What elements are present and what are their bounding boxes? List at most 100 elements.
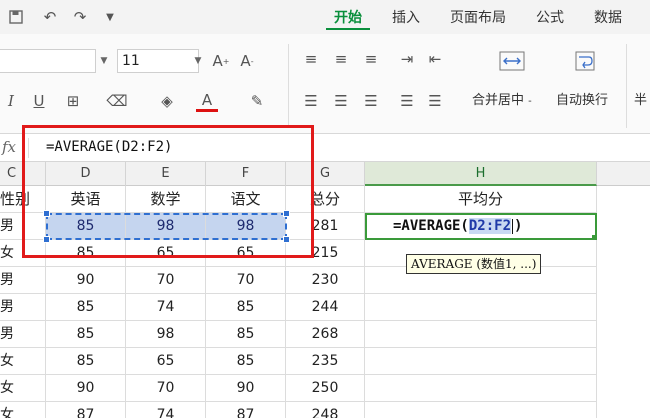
formula-bar: fx =AVERAGE(D2:F2) xyxy=(0,134,650,162)
chevron-down-icon[interactable]: ▼ xyxy=(190,49,206,73)
table-cell[interactable]: 65 xyxy=(126,348,206,375)
align-middle-icon[interactable]: ≡ xyxy=(330,48,352,70)
table-cell[interactable] xyxy=(365,348,597,375)
table-cell[interactable]: 90 xyxy=(46,267,126,294)
outdent-icon[interactable]: ⇤ xyxy=(424,48,446,70)
column-header-g[interactable]: G xyxy=(286,162,365,186)
table-cell[interactable]: 98 xyxy=(126,213,206,240)
table-cell[interactable]: 215 xyxy=(286,240,365,267)
table-cell[interactable]: 281 xyxy=(286,213,365,240)
table-cell[interactable]: 70 xyxy=(126,267,206,294)
table-cell[interactable]: 男 xyxy=(0,213,46,240)
table-cell[interactable]: 235 xyxy=(286,348,365,375)
table-cell[interactable]: 85 xyxy=(206,321,286,348)
underline-icon[interactable]: U xyxy=(28,90,50,112)
tab-home[interactable]: 开始 xyxy=(326,6,370,30)
table-cell[interactable]: 70 xyxy=(206,267,286,294)
table-cell[interactable]: 女 xyxy=(0,375,46,402)
table-cell[interactable] xyxy=(365,375,597,402)
table-cell[interactable]: 250 xyxy=(286,375,365,402)
number-format-label[interactable]: 半 xyxy=(634,89,647,108)
tab-data[interactable]: 数据 xyxy=(586,6,630,30)
fill-handle[interactable] xyxy=(592,235,597,240)
column-header-f[interactable]: F xyxy=(206,162,286,186)
merge-center-icon[interactable] xyxy=(496,50,528,72)
table-cell[interactable]: 230 xyxy=(286,267,365,294)
font-size-field[interactable]: 11 xyxy=(117,49,199,73)
chevron-down-icon[interactable]: ▼ xyxy=(96,49,112,73)
increase-font-size-icon[interactable]: A + xyxy=(210,50,232,72)
table-cell[interactable]: 70 xyxy=(126,375,206,402)
font-name-field[interactable] xyxy=(0,49,96,73)
header-cell[interactable]: 平均分 xyxy=(365,186,597,213)
align-bottom-icon[interactable]: ≡ xyxy=(360,48,382,70)
function-icon[interactable]: fx xyxy=(2,138,16,156)
tab-insert[interactable]: 插入 xyxy=(384,6,428,30)
column-header-h[interactable]: H xyxy=(365,162,597,186)
table-cell[interactable] xyxy=(365,294,597,321)
customize-icon[interactable]: ▼ xyxy=(100,6,120,28)
table-cell[interactable]: 女 xyxy=(0,348,46,375)
table-cell[interactable]: 87 xyxy=(46,402,126,418)
table-cell[interactable]: 248 xyxy=(286,402,365,418)
column-header-d[interactable]: D xyxy=(46,162,126,186)
header-cell[interactable]: 语文 xyxy=(206,186,286,213)
table-cell[interactable]: 85 xyxy=(46,240,126,267)
table-cell[interactable]: 男 xyxy=(0,267,46,294)
table-cell[interactable]: 85 xyxy=(46,294,126,321)
table-cell[interactable]: 90 xyxy=(206,375,286,402)
justify-icon[interactable]: ☰ xyxy=(396,90,418,112)
borders-icon[interactable]: ⊞ xyxy=(62,90,84,112)
save-icon[interactable] xyxy=(6,6,26,28)
undo-icon[interactable]: ↶ xyxy=(40,6,60,28)
distributed-icon[interactable]: ☰ xyxy=(424,90,446,112)
table-cell[interactable]: 85 xyxy=(206,294,286,321)
table-cell[interactable]: 74 xyxy=(126,294,206,321)
indent-icon[interactable]: ⇥ xyxy=(396,48,418,70)
table-cell[interactable]: 98 xyxy=(206,213,286,240)
align-right-icon[interactable]: ☰ xyxy=(360,90,382,112)
formula-input[interactable]: =AVERAGE(D2:F2) xyxy=(46,139,172,155)
table-cell[interactable]: 65 xyxy=(206,240,286,267)
italic-icon[interactable]: I xyxy=(0,90,22,112)
table-cell[interactable]: 87 xyxy=(206,402,286,418)
format-painter-icon[interactable]: ✎ xyxy=(246,90,268,112)
column-header-c[interactable]: C xyxy=(0,162,46,186)
tab-formulas[interactable]: 公式 xyxy=(528,6,572,30)
align-center-icon[interactable]: ☰ xyxy=(330,90,352,112)
table-cell[interactable]: 90 xyxy=(46,375,126,402)
table-cell[interactable]: 98 xyxy=(126,321,206,348)
fill-color-icon[interactable]: ◈ xyxy=(156,90,178,112)
header-cell[interactable]: 数学 xyxy=(126,186,206,213)
table-cell[interactable]: 85 xyxy=(46,321,126,348)
table-cell[interactable]: 女 xyxy=(0,240,46,267)
header-cell[interactable]: 性别 xyxy=(0,186,46,213)
table-cell[interactable]: 女 xyxy=(0,402,46,418)
tab-page-layout[interactable]: 页面布局 xyxy=(442,6,514,30)
align-left-icon[interactable]: ☰ xyxy=(300,90,322,112)
column-header-e[interactable]: E xyxy=(126,162,206,186)
table-cell[interactable]: 男 xyxy=(0,294,46,321)
font-color-icon[interactable]: A xyxy=(196,90,218,112)
table-cell[interactable]: 74 xyxy=(126,402,206,418)
wrap-text-button[interactable]: 自动换行 xyxy=(556,89,608,108)
formula-range-ref: D2:F2 xyxy=(468,218,512,234)
merge-center-button[interactable]: 合并居中 - xyxy=(472,89,532,108)
table-cell[interactable] xyxy=(365,321,597,348)
table-cell[interactable]: 85 xyxy=(46,213,126,240)
table-cell[interactable]: 男 xyxy=(0,321,46,348)
align-top-icon[interactable]: ≡ xyxy=(300,48,322,70)
decrease-font-size-icon[interactable]: A- xyxy=(236,50,258,72)
header-cell[interactable]: 总分 xyxy=(286,186,365,213)
table-cell[interactable]: 65 xyxy=(126,240,206,267)
table-cell[interactable]: 85 xyxy=(46,348,126,375)
header-cell[interactable]: 英语 xyxy=(46,186,126,213)
redo-icon[interactable]: ↷ xyxy=(70,6,90,28)
clear-format-icon[interactable]: ⌫ xyxy=(106,90,128,112)
wrap-text-icon[interactable] xyxy=(574,50,596,72)
table-cell[interactable]: 85 xyxy=(206,348,286,375)
table-cell[interactable] xyxy=(365,402,597,418)
table-cell[interactable]: 268 xyxy=(286,321,365,348)
table-cell[interactable]: 244 xyxy=(286,294,365,321)
active-cell-editor[interactable]: =AVERAGE(D2:F2) xyxy=(365,213,597,240)
